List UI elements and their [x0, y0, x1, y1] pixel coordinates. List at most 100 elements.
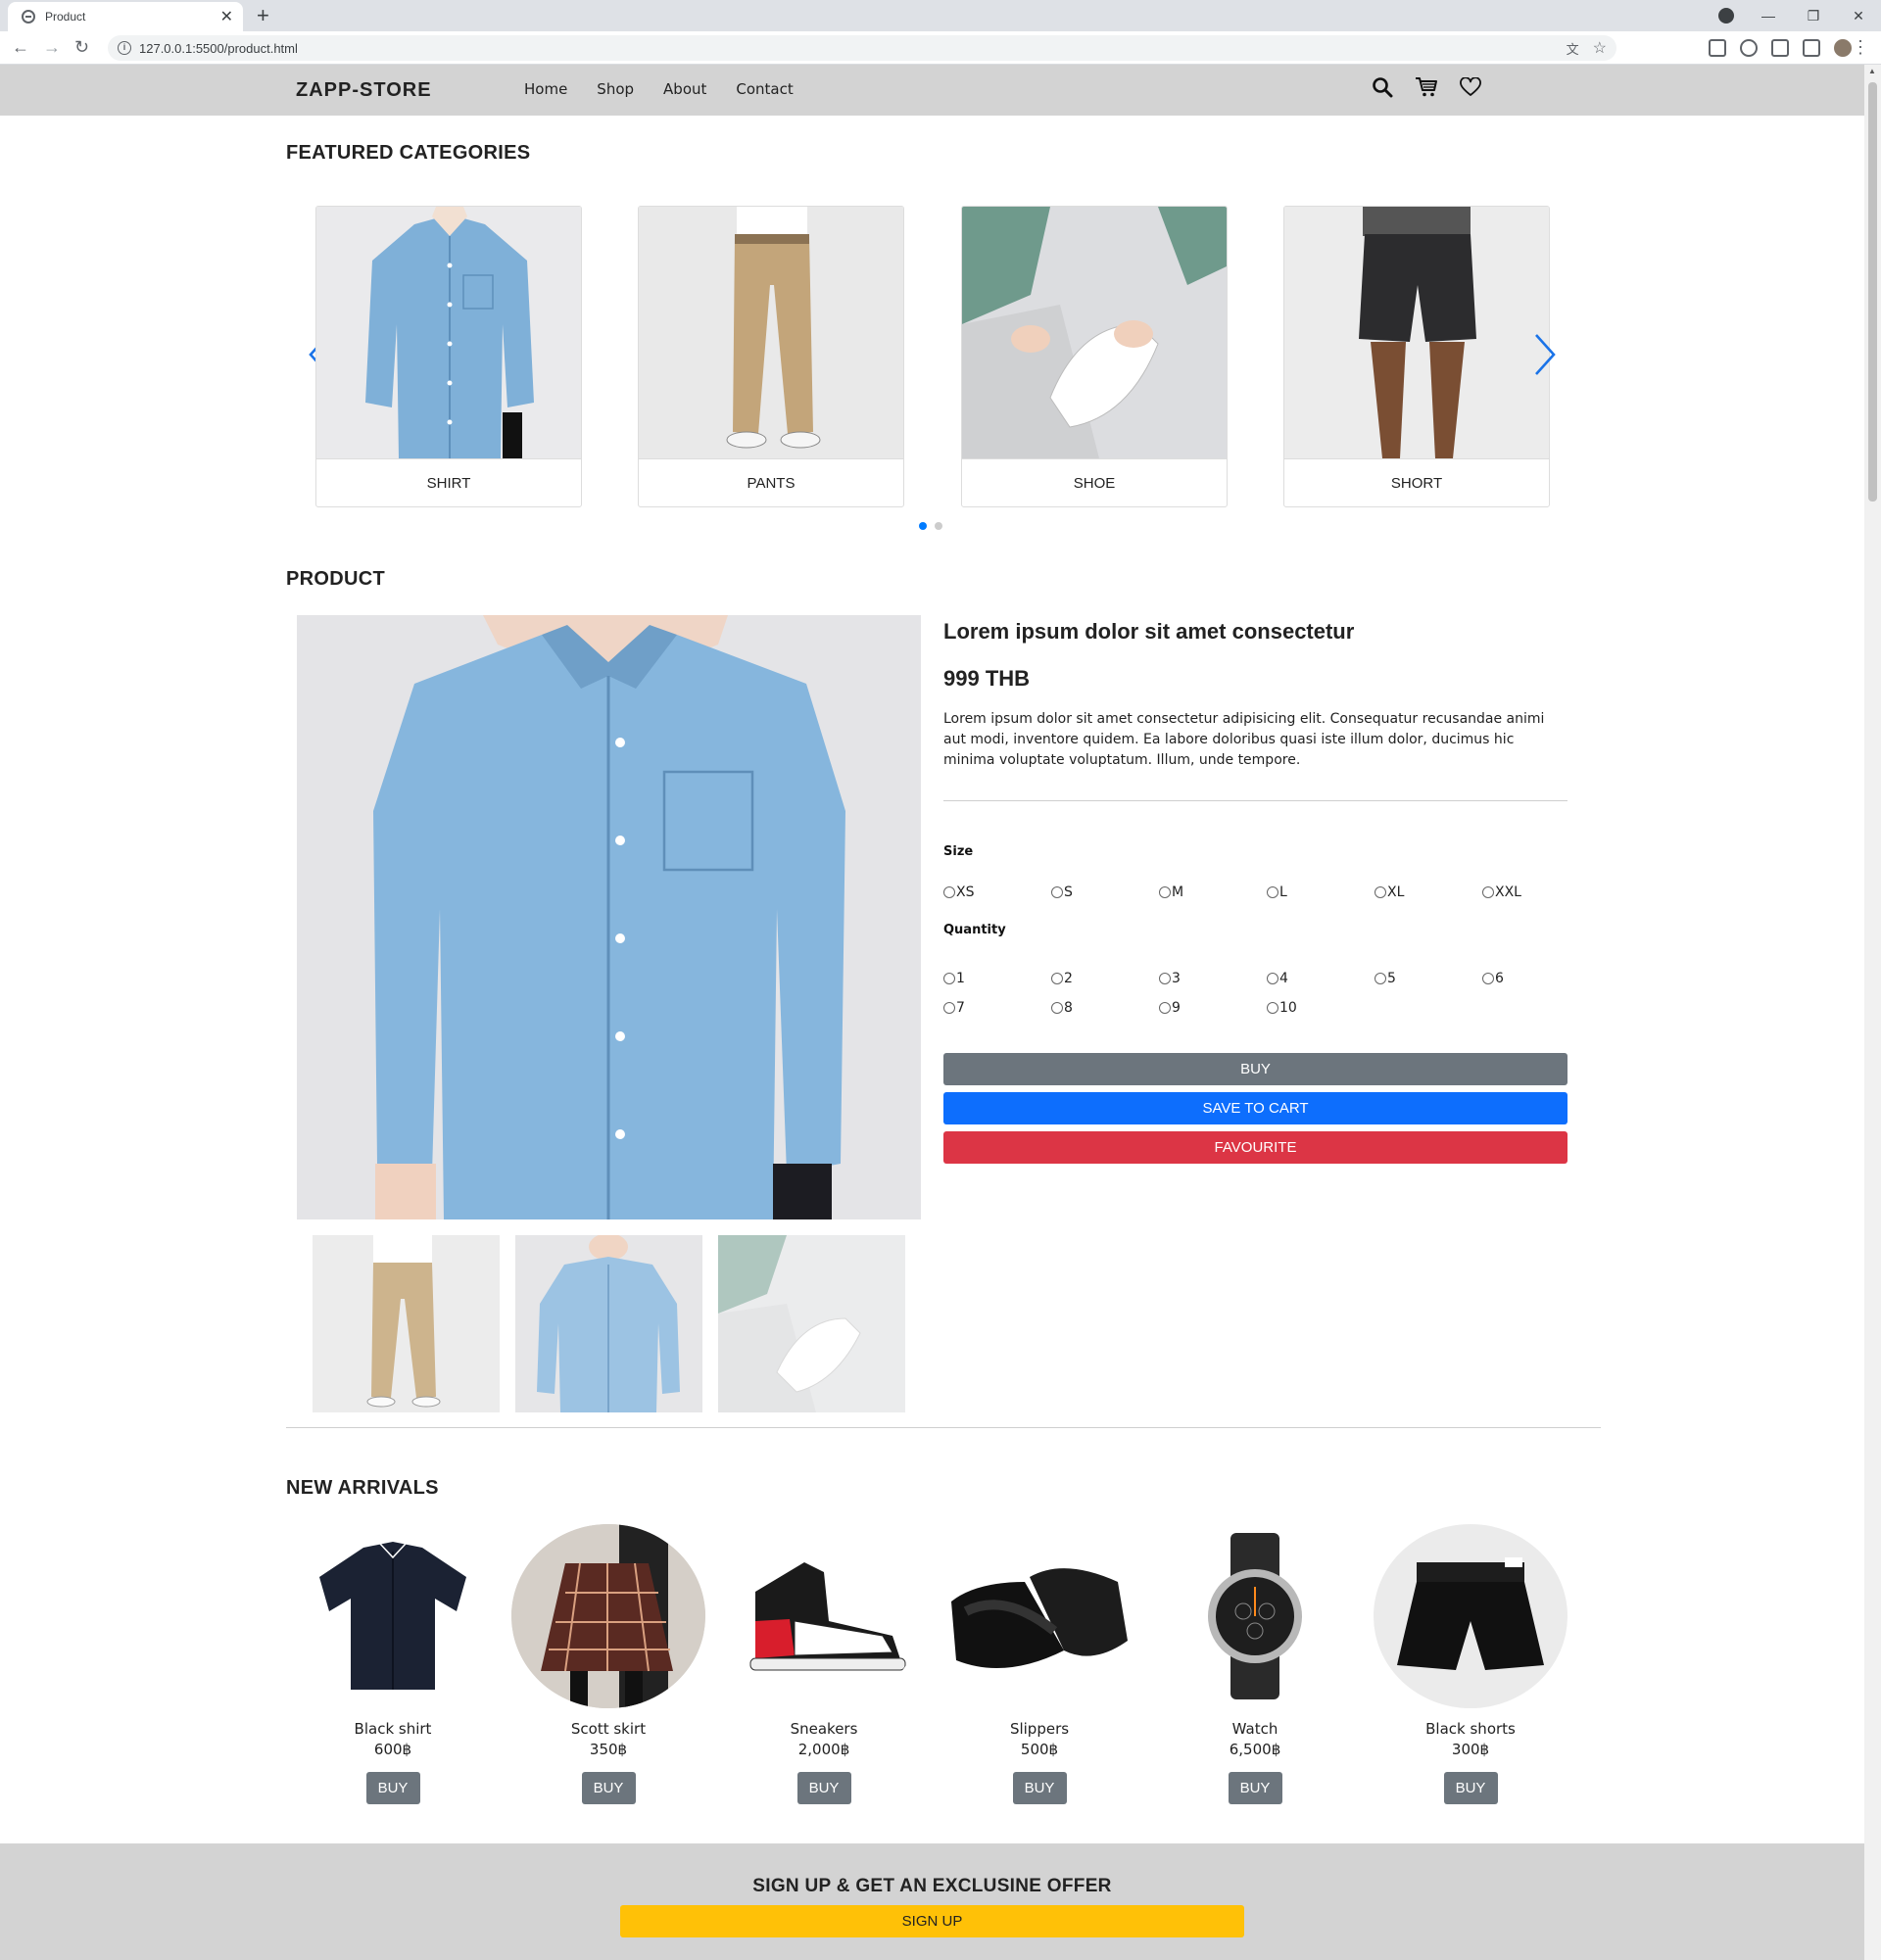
- category-label-short: SHORT: [1284, 458, 1549, 506]
- scrollbar-thumb[interactable]: [1868, 82, 1877, 502]
- browser-menu-icon[interactable]: ⋮: [1852, 37, 1869, 58]
- quantity-option-3[interactable]: 3: [1159, 971, 1267, 986]
- product-heading: PRODUCT: [286, 568, 385, 590]
- arrival-item-slippers: Slippers 500฿ BUY: [942, 1524, 1136, 1804]
- close-tab-icon[interactable]: ✕: [220, 7, 233, 26]
- quantity-option-2[interactable]: 2: [1051, 971, 1159, 986]
- nav-link-home[interactable]: Home: [509, 80, 582, 98]
- arrival-buy-button[interactable]: BUY: [365, 1772, 420, 1804]
- signup-banner: SIGN UP & GET AN EXCLUSINE OFFER SIGN UP: [0, 1843, 1864, 1960]
- quantity-option-7[interactable]: 7: [943, 1000, 1051, 1016]
- browser-tab[interactable]: Product ✕: [8, 2, 243, 31]
- carousel-next-icon[interactable]: [1532, 333, 1558, 376]
- radio-icon[interactable]: [1051, 1002, 1063, 1014]
- translate-icon[interactable]: 文: [1567, 39, 1579, 58]
- product-main-image: [297, 615, 921, 1219]
- carousel-dot-1[interactable]: [919, 522, 927, 530]
- black-shirt-image: [296, 1524, 490, 1708]
- quantity-option-4[interactable]: 4: [1267, 971, 1375, 986]
- thumbnail-shoe[interactable]: [718, 1235, 905, 1412]
- thumbnail-shirt[interactable]: [515, 1235, 702, 1412]
- save-to-cart-button[interactable]: SAVE TO CART: [943, 1092, 1568, 1124]
- restore-icon[interactable]: ❐: [1791, 8, 1836, 24]
- cart-icon[interactable]: [1415, 76, 1438, 98]
- quantity-option-8[interactable]: 8: [1051, 1000, 1159, 1016]
- arrival-buy-button[interactable]: BUY: [1443, 1772, 1498, 1804]
- reload-icon[interactable]: ↻: [74, 37, 89, 58]
- quantity-option-6[interactable]: 6: [1482, 971, 1590, 986]
- search-icon[interactable]: [1372, 76, 1393, 98]
- category-card-shirt[interactable]: SHIRT: [315, 206, 582, 507]
- forward-icon[interactable]: →: [43, 37, 61, 58]
- product-name: Lorem ipsum dolor sit amet consectetur: [943, 619, 1355, 644]
- radio-icon[interactable]: [1375, 973, 1386, 984]
- vpn-extension-icon[interactable]: [1740, 39, 1758, 57]
- nav-link-about[interactable]: About: [649, 80, 721, 98]
- heart-icon[interactable]: [1460, 77, 1481, 97]
- nav-link-contact[interactable]: Contact: [721, 80, 807, 98]
- quantity-option-5[interactable]: 5: [1375, 971, 1482, 986]
- arrival-buy-button[interactable]: BUY: [796, 1772, 851, 1804]
- radio-icon[interactable]: [943, 886, 955, 898]
- quantity-option-9[interactable]: 9: [1159, 1000, 1267, 1016]
- page-scrollbar[interactable]: ▲: [1864, 65, 1881, 1960]
- url-input[interactable]: i 127.0.0.1:5500/product.html 文 ☆: [108, 35, 1616, 61]
- reading-list-icon[interactable]: [1803, 39, 1820, 57]
- carousel-dot-2[interactable]: [935, 522, 942, 530]
- thumbnail-pants[interactable]: [313, 1235, 500, 1412]
- tab-title: Product: [45, 10, 86, 24]
- size-option-xl[interactable]: XL: [1375, 884, 1482, 900]
- site-info-icon[interactable]: i: [118, 41, 131, 55]
- arrival-name: Black shorts: [1425, 1720, 1516, 1738]
- radio-icon[interactable]: [1159, 1002, 1171, 1014]
- radio-icon[interactable]: [1159, 973, 1171, 984]
- favourite-button[interactable]: FAVOURITE: [943, 1131, 1568, 1164]
- radio-icon[interactable]: [1375, 886, 1386, 898]
- radio-icon[interactable]: [943, 1002, 955, 1014]
- arrival-buy-button[interactable]: BUY: [1228, 1772, 1282, 1804]
- browser-tab-bar: Product ✕ + — ❐ ✕: [0, 0, 1881, 31]
- brand-logo[interactable]: ZAPP-STORE: [296, 79, 432, 102]
- arrival-item-sneakers: Sneakers 2,000฿ BUY: [727, 1524, 921, 1804]
- size-option-l[interactable]: L: [1267, 884, 1375, 900]
- close-window-icon[interactable]: ✕: [1836, 8, 1881, 24]
- arrival-buy-button[interactable]: BUY: [1012, 1772, 1067, 1804]
- address-bar: ← → ↻ i 127.0.0.1:5500/product.html 文 ☆ …: [0, 31, 1881, 65]
- radio-icon[interactable]: [1267, 886, 1278, 898]
- signup-button[interactable]: SIGN UP: [620, 1905, 1244, 1937]
- radio-icon[interactable]: [943, 973, 955, 984]
- arrival-name: Slippers: [1009, 1720, 1070, 1738]
- new-tab-icon[interactable]: +: [257, 3, 269, 28]
- category-card-pants[interactable]: PANTS: [638, 206, 904, 507]
- size-option-xxl[interactable]: XXL: [1482, 884, 1590, 900]
- minimize-icon[interactable]: —: [1746, 8, 1791, 24]
- radio-icon[interactable]: [1482, 973, 1494, 984]
- nav-link-shop[interactable]: Shop: [582, 80, 649, 98]
- arrival-buy-button[interactable]: BUY: [581, 1772, 636, 1804]
- back-icon[interactable]: ←: [12, 37, 29, 58]
- radio-icon[interactable]: [1482, 886, 1494, 898]
- radio-icon[interactable]: [1267, 1002, 1278, 1014]
- puzzle-extensions-icon[interactable]: [1771, 39, 1789, 57]
- main-menu: Home Shop About Contact: [509, 80, 808, 98]
- product-price: 999 THB: [943, 666, 1031, 691]
- quantity-option-1[interactable]: 1: [943, 971, 1051, 986]
- bookmark-star-icon[interactable]: ☆: [1593, 38, 1607, 58]
- category-label-shoe: SHOE: [962, 458, 1227, 506]
- scroll-up-icon[interactable]: ▲: [1868, 67, 1876, 75]
- radio-icon[interactable]: [1159, 886, 1171, 898]
- image-extension-icon[interactable]: [1709, 39, 1726, 57]
- buy-button[interactable]: BUY: [943, 1053, 1568, 1085]
- quantity-option-10[interactable]: 10: [1267, 1000, 1375, 1016]
- size-option-xs[interactable]: XS: [943, 884, 1051, 900]
- radio-icon[interactable]: [1267, 973, 1278, 984]
- tab-search-icon[interactable]: [1718, 8, 1734, 24]
- radio-icon[interactable]: [1051, 973, 1063, 984]
- size-option-m[interactable]: M: [1159, 884, 1267, 900]
- arrival-name: Scott skirt: [570, 1720, 647, 1738]
- radio-icon[interactable]: [1051, 886, 1063, 898]
- profile-avatar[interactable]: [1834, 39, 1852, 57]
- category-card-shoe[interactable]: SHOE: [961, 206, 1228, 507]
- category-card-short[interactable]: SHORT: [1283, 206, 1550, 507]
- size-option-s[interactable]: S: [1051, 884, 1159, 900]
